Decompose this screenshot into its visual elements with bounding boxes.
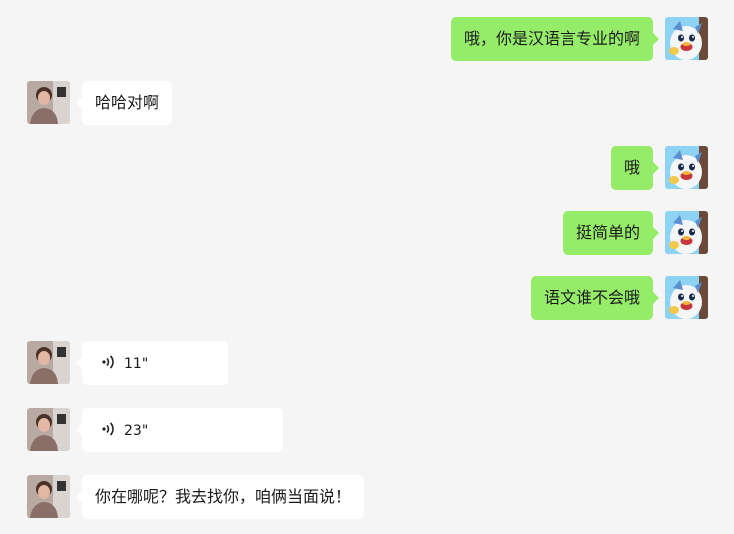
cartoon-penguin-avatar-icon: [665, 211, 708, 254]
photo-person-avatar-icon: [27, 408, 70, 451]
my-avatar[interactable]: [665, 276, 708, 319]
message-row: 挺简单的: [0, 211, 734, 255]
cartoon-penguin-avatar-icon: [665, 276, 708, 319]
message-bubble-sent[interactable]: 哦，你是汉语言专业的啊: [450, 17, 660, 61]
cartoon-penguin-avatar-icon: [665, 17, 708, 60]
message-row: 你在哪呢？我去找你，咱俩当面说！: [0, 475, 734, 519]
voice-duration: 11": [124, 356, 149, 372]
message-row: 哈哈对啊: [0, 81, 734, 125]
message-bubble-sent[interactable]: 挺简单的: [562, 211, 660, 255]
voice-message-bubble[interactable]: 23": [76, 408, 283, 452]
message-row: 哦，你是汉语言专业的啊: [0, 17, 734, 61]
photo-person-avatar-icon: [27, 475, 70, 518]
contact-avatar[interactable]: [27, 475, 70, 518]
voice-duration: 23": [124, 423, 149, 439]
my-avatar[interactable]: [665, 17, 708, 60]
voice-wave-icon: [102, 422, 114, 436]
message-bubble-received[interactable]: 哈哈对啊: [75, 81, 173, 125]
my-avatar[interactable]: [665, 211, 708, 254]
contact-avatar[interactable]: [27, 408, 70, 451]
message-bubble-received[interactable]: 你在哪呢？我去找你，咱俩当面说！: [75, 475, 365, 519]
message-bubble-sent[interactable]: 哦: [610, 146, 660, 190]
photo-person-avatar-icon: [27, 81, 70, 124]
cartoon-penguin-avatar-icon: [665, 146, 708, 189]
my-avatar[interactable]: [665, 146, 708, 189]
message-row: 23": [0, 408, 734, 452]
message-bubble-sent[interactable]: 语文谁不会哦: [530, 276, 660, 320]
message-row: 语文谁不会哦: [0, 276, 734, 320]
voice-wave-icon: [102, 355, 114, 369]
message-row: 11": [0, 341, 734, 385]
contact-avatar[interactable]: [27, 81, 70, 124]
message-row: 哦: [0, 146, 734, 190]
contact-avatar[interactable]: [27, 341, 70, 384]
voice-message-bubble[interactable]: 11": [76, 341, 228, 385]
photo-person-avatar-icon: [27, 341, 70, 384]
